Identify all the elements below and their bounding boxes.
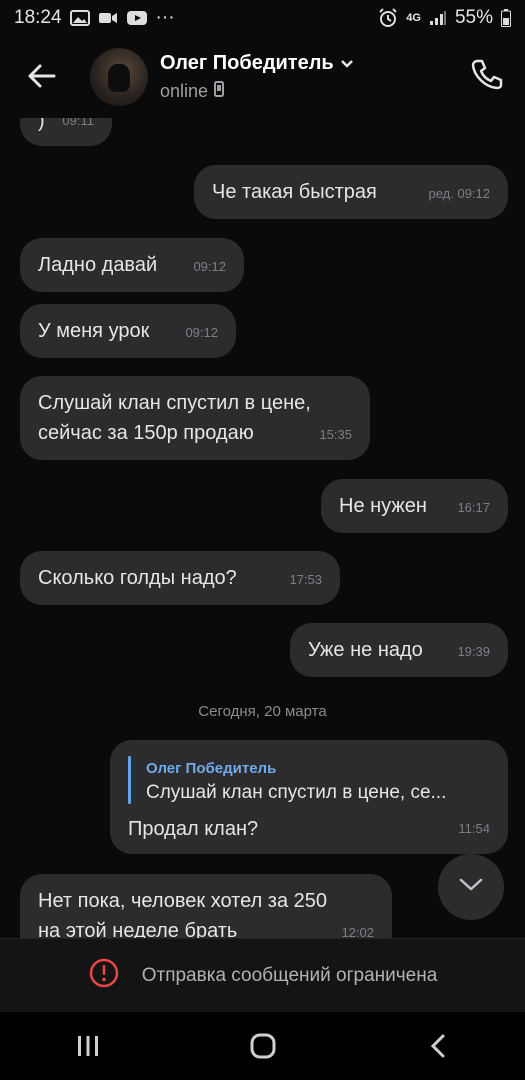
mobile-device-icon xyxy=(214,81,225,102)
message-text: Сколько голды надо? xyxy=(38,567,237,589)
scroll-down-button[interactable] xyxy=(438,854,504,920)
more-notifications: ··· xyxy=(155,7,175,28)
reply-preview: Слушай клан спустил в цене, се... xyxy=(146,782,447,803)
message-time: 19:39 xyxy=(457,644,490,659)
youtube-icon xyxy=(126,10,148,26)
signal-icon xyxy=(429,10,447,26)
message-bubble-out-reply[interactable]: Олег Победитель Слушай клан спустил в це… xyxy=(110,740,508,854)
video-icon xyxy=(98,11,118,25)
message-list[interactable]: ) 09:11 Че такая быстрая ред. 09:12 Ладн… xyxy=(0,118,525,938)
message-text-line-1: Слушай клан спустил в цене, xyxy=(38,392,311,414)
message-bubble-out[interactable]: Че такая быстрая ред. 09:12 xyxy=(194,165,508,219)
chevron-down-icon xyxy=(340,52,354,75)
message-bubble-in[interactable]: Нет пока, человек хотел за 250 на этой н… xyxy=(20,874,392,938)
message-text: Ладно давай xyxy=(38,254,158,276)
message-text: ) xyxy=(38,118,45,132)
gallery-icon xyxy=(69,10,90,26)
status-time: 18:24 xyxy=(14,7,62,28)
status-bar: 18:24 ··· 4G 55% xyxy=(0,0,525,36)
message-text-line-2: на этой неделе брать xyxy=(38,920,238,938)
message-bubble-in[interactable]: Слушай клан спустил в цене, сейчас за 15… xyxy=(20,376,370,460)
date-separator: Сегодня, 20 марта xyxy=(198,703,327,720)
messaging-restricted-banner: Отправка сообщений ограничена xyxy=(0,938,525,1013)
battery-icon xyxy=(501,9,511,27)
contact-name: Олег Победитель xyxy=(160,52,334,74)
message-text: У меня урок xyxy=(38,320,150,342)
message-text: Уже не надо xyxy=(308,639,423,661)
chat-header: Олег Победитель online xyxy=(0,36,525,118)
message-bubble-in[interactable]: Ладно давай 09:12 xyxy=(20,238,244,292)
message-time: 09:12 xyxy=(185,325,218,340)
message-time: ред. 09:12 xyxy=(428,186,490,201)
system-navigation-bar xyxy=(0,1012,525,1080)
message-text: Продал клан? xyxy=(128,818,259,840)
message-text-line-2: сейчас за 150р продаю xyxy=(38,422,254,444)
recent-apps-icon[interactable] xyxy=(68,1026,108,1066)
warning-icon xyxy=(88,957,120,995)
message-time: 09:12 xyxy=(193,259,226,274)
chevron-down-icon xyxy=(458,877,484,898)
message-bubble-in[interactable]: Сколько голды надо? 17:53 xyxy=(20,551,340,605)
contact-status: online xyxy=(160,81,209,101)
battery-percent: 55% xyxy=(454,7,493,28)
avatar[interactable] xyxy=(90,48,148,106)
back-arrow-icon[interactable] xyxy=(24,58,60,94)
message-time: 17:53 xyxy=(289,572,322,587)
home-icon[interactable] xyxy=(243,1026,283,1066)
nav-back-icon[interactable] xyxy=(418,1026,458,1066)
message-bubble-in[interactable]: У меня урок 09:12 xyxy=(20,304,236,358)
reply-indicator xyxy=(128,756,131,804)
message-time: 09:11 xyxy=(62,118,94,128)
network-type: 4G xyxy=(406,12,421,24)
message-time: 11:54 xyxy=(458,821,490,836)
message-time: 16:17 xyxy=(457,500,490,515)
message-bubble-out[interactable]: Уже не надо 19:39 xyxy=(290,623,508,677)
message-text: Че такая быстрая xyxy=(212,181,377,203)
message-time: 12:02 xyxy=(341,925,374,938)
message-text: Не нужен xyxy=(339,495,427,517)
alarm-icon xyxy=(378,8,398,28)
restriction-text: Отправка сообщений ограничена xyxy=(141,965,438,986)
contact-info[interactable]: Олег Победитель online xyxy=(160,52,354,102)
message-text-line-1: Нет пока, человек хотел за 250 xyxy=(38,890,328,912)
phone-call-icon[interactable] xyxy=(469,56,505,92)
message-time: 15:35 xyxy=(319,427,352,442)
message-bubble-in[interactable]: ) 09:11 xyxy=(20,118,112,146)
message-bubble-out[interactable]: Не нужен 16:17 xyxy=(321,479,508,533)
